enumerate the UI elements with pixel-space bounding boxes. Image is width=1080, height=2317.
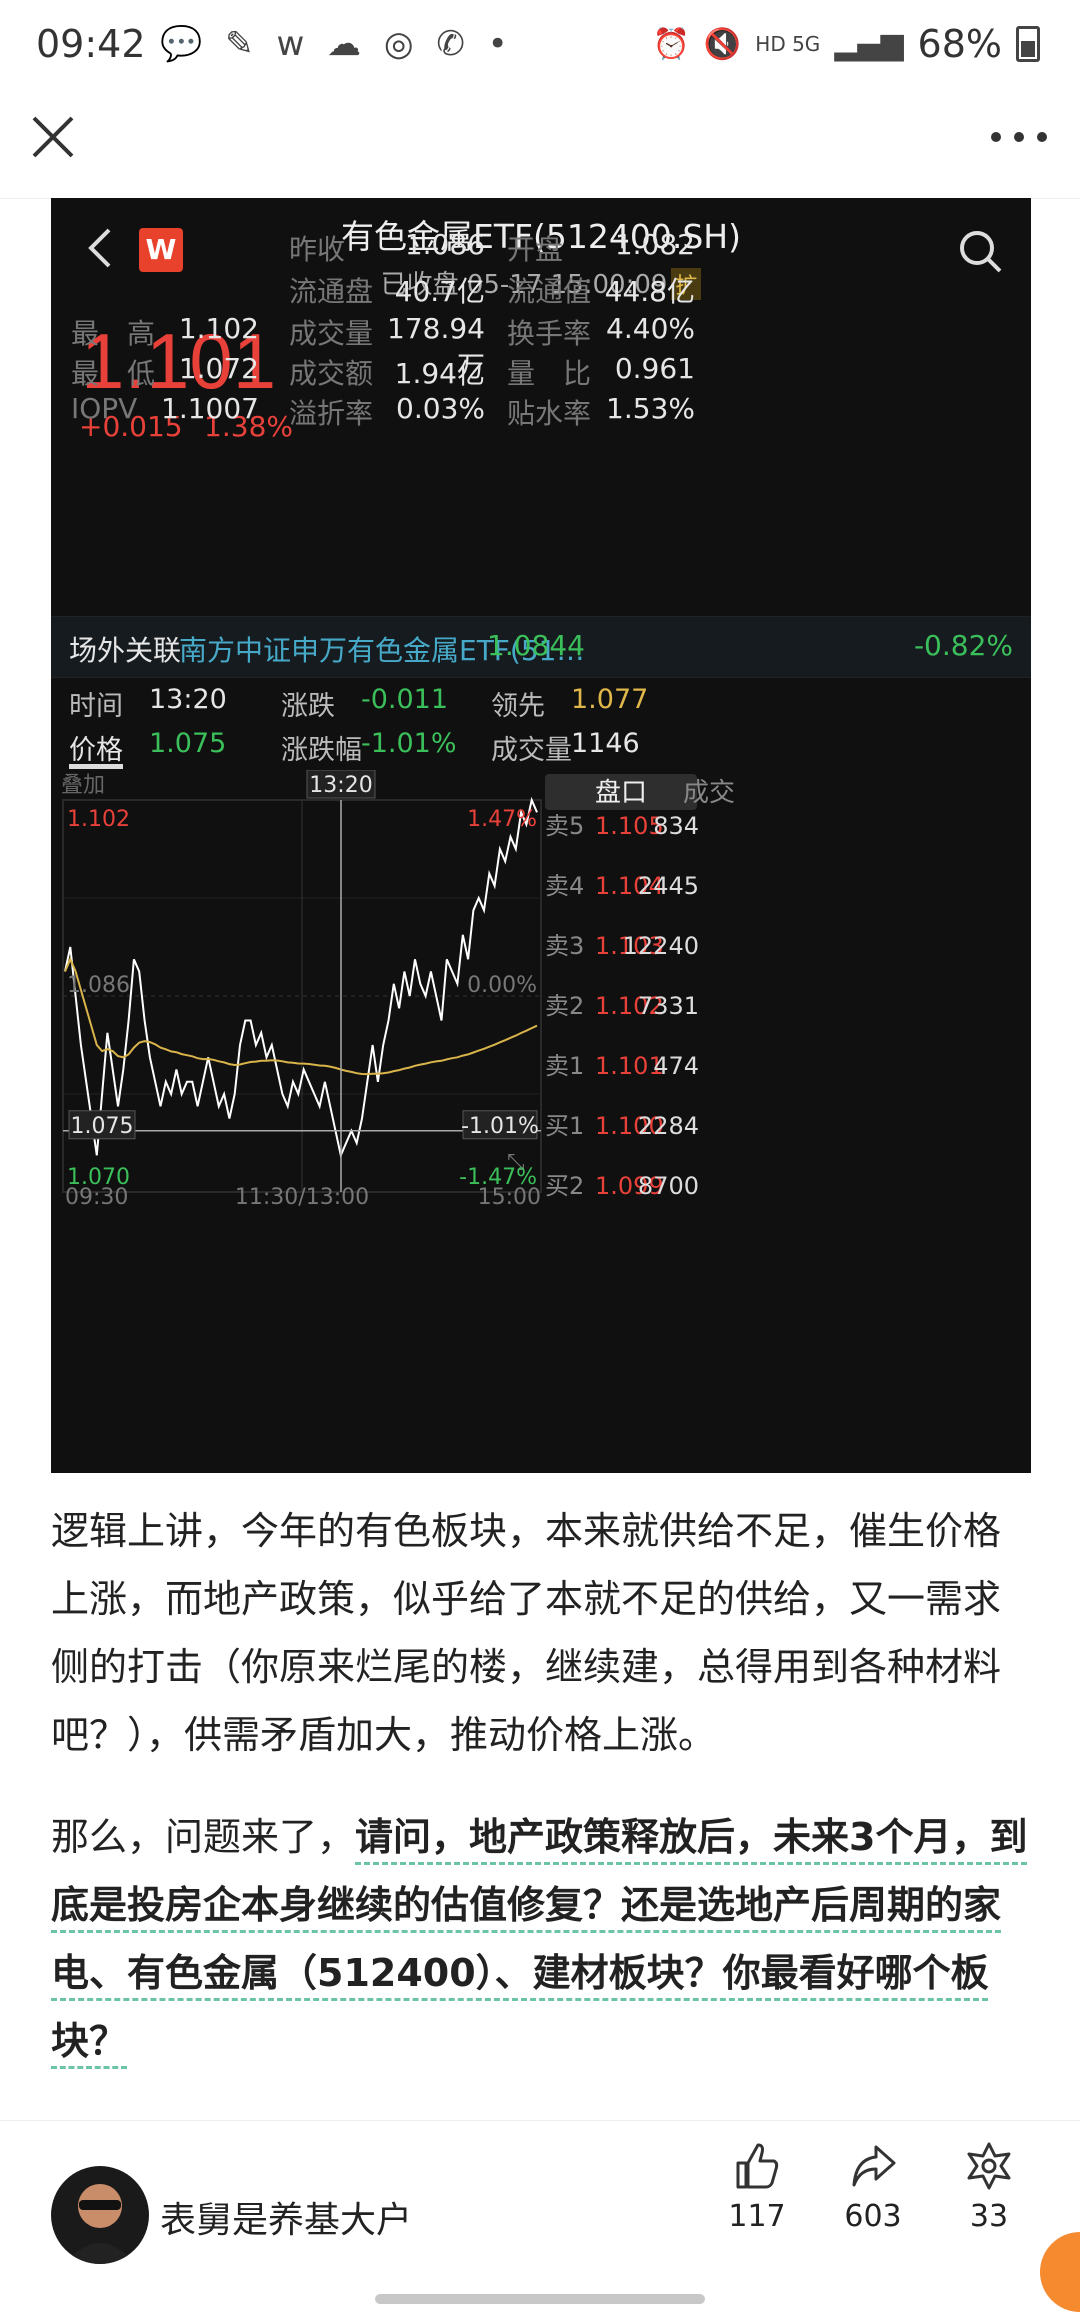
crosshair-price: 1.075 bbox=[71, 1114, 134, 1139]
quote-value: 1.1007 bbox=[161, 392, 259, 425]
order-book-qty: 7331 bbox=[638, 992, 699, 1020]
gift-count: 33 bbox=[969, 2199, 1009, 2234]
order-book-label: 买2 bbox=[545, 1172, 584, 1200]
order-book-label: 卖4 bbox=[545, 872, 584, 900]
tab-trades: 成交 bbox=[683, 778, 735, 808]
cursor-info-panel: 时间 13:20 价格 1.075 涨跌 -0.011 涨跌幅 -1.01% 领… bbox=[69, 684, 649, 766]
battery-percent: 68% bbox=[917, 22, 1002, 66]
overlay-label: 叠加 bbox=[61, 773, 105, 798]
crosshair-time: 13:20 bbox=[309, 773, 372, 798]
quote-value: 4.40% bbox=[606, 312, 695, 345]
crosshair-pct: -1.01% bbox=[461, 1114, 539, 1139]
x-label-open: 09:30 bbox=[65, 1185, 128, 1210]
order-book-qty: 834 bbox=[653, 812, 699, 840]
quote-label: 最 高 bbox=[71, 317, 156, 350]
status-time: 09:42 bbox=[36, 22, 146, 66]
x-label-close: 15:00 bbox=[478, 1185, 541, 1210]
otc-related-bar: 场外关联 南方中证申万有色金属ETF(51… 1.0844 -0.82% bbox=[51, 616, 1031, 678]
info-price: 1.075 bbox=[149, 728, 227, 759]
mute-icon: 🔇 bbox=[703, 26, 742, 62]
article-body: 逻辑上讲，今年的有色板块，本来就供给不足，催生价格上涨，而地产政策，似乎给了本就… bbox=[51, 1497, 1031, 2075]
tab-order-book: 盘口 bbox=[595, 778, 647, 808]
quote-value: 1.102 bbox=[178, 312, 259, 345]
quote-label: 最 低 bbox=[71, 357, 156, 390]
quote-value: 1.082 bbox=[614, 228, 695, 261]
battery-icon bbox=[1016, 26, 1040, 62]
y-label-top: 1.102 bbox=[67, 807, 130, 832]
x-label-midday: 11:30/13:00 bbox=[235, 1185, 369, 1210]
quote-label: 溢折率 bbox=[289, 397, 374, 430]
quote-label: IOPV bbox=[71, 392, 138, 425]
quote-label: 成交量 bbox=[289, 317, 374, 350]
app-header bbox=[0, 90, 1080, 199]
alarm-icon: ⏰ bbox=[652, 26, 690, 62]
order-book-label: 卖5 bbox=[545, 812, 584, 840]
otc-fund-pct: -0.82% bbox=[913, 629, 1013, 662]
quote-value: 1.94亿 bbox=[394, 357, 485, 390]
article-paragraph-2: 那么，问题来了，请问，地产政策释放后，未来3个月，到底是投房企本身继续的估值修复… bbox=[51, 1815, 1028, 2063]
order-book-qty: 12240 bbox=[623, 932, 699, 960]
info-lead: 1.077 bbox=[571, 684, 649, 715]
gift-button[interactable]: 33 bbox=[944, 2141, 1034, 2234]
order-book-qty: 474 bbox=[653, 1052, 699, 1080]
price-tab-indicator bbox=[69, 764, 123, 769]
order-book-qty: 2284 bbox=[638, 1112, 699, 1140]
like-button[interactable]: 117 bbox=[712, 2141, 802, 2234]
quote-value: 1.072 bbox=[178, 352, 259, 385]
otc-fund-value: 1.0844 bbox=[487, 629, 585, 662]
status-bar: 09:42 💬 ✎ w ☁ ◎ ✆ • ⏰ 🔇 HD 5G ▂▄▆ 68% bbox=[0, 0, 1080, 90]
info-change-pct: -1.01% bbox=[361, 728, 457, 759]
star-badge-icon bbox=[967, 2142, 1011, 2190]
order-book-label: 卖1 bbox=[545, 1052, 584, 1080]
network-indicator: HD 5G bbox=[755, 32, 821, 56]
home-indicator[interactable] bbox=[375, 2294, 705, 2304]
quote-value: 0.03% bbox=[396, 392, 485, 425]
quote-value: 44.8亿 bbox=[604, 275, 695, 308]
author-avatar[interactable] bbox=[51, 2166, 149, 2264]
close-icon[interactable] bbox=[26, 110, 80, 164]
quote-label: 昨收 bbox=[289, 233, 346, 266]
share-icon bbox=[852, 2145, 896, 2187]
y-label-mid: 1.086 bbox=[67, 973, 130, 998]
order-book-label: 买1 bbox=[545, 1112, 584, 1140]
otc-label: 场外关联 bbox=[69, 634, 182, 667]
order-book-qty: 2445 bbox=[638, 872, 699, 900]
search-icon bbox=[960, 231, 1002, 273]
signal-icon: ▂▄▆ bbox=[834, 26, 904, 62]
like-count: 117 bbox=[728, 2199, 786, 2234]
post-footer: 表舅是养基大户 117 603 33 bbox=[0, 2120, 1080, 2317]
quote-label: 成交额 bbox=[289, 357, 374, 390]
notification-icons: 💬 ✎ w ☁ ◎ ✆ • bbox=[160, 24, 514, 64]
order-book-label: 卖2 bbox=[545, 992, 584, 1020]
thumbs-up-icon bbox=[736, 2143, 779, 2189]
info-volume: 1146 bbox=[571, 728, 640, 759]
more-options-icon[interactable] bbox=[984, 110, 1054, 164]
article-paragraph-1: 逻辑上讲，今年的有色板块，本来就供给不足，催生价格上涨，而地产政策，似乎给了本就… bbox=[51, 1509, 1002, 1757]
pct-label-mid: 0.00% bbox=[467, 973, 537, 998]
quote-value: 1.086 bbox=[404, 228, 485, 261]
stock-screenshot: W 有色金属ETF(512400.SH) 已收盘 05-17 15:00:09 扩… bbox=[51, 198, 1031, 1473]
author-name[interactable]: 表舅是养基大户 bbox=[160, 2191, 412, 2243]
info-time: 13:20 bbox=[149, 684, 227, 715]
order-book-label: 卖3 bbox=[545, 932, 584, 960]
quote-value: 0.961 bbox=[614, 352, 695, 385]
quote-value: 40.7亿 bbox=[394, 275, 485, 308]
share-count: 603 bbox=[844, 2199, 902, 2234]
intraday-chart: 叠加 13:201.075 -1.01%⤡1.1021.0861.0701.47%0… bbox=[61, 770, 735, 1210]
quote-value: 1.53% bbox=[606, 392, 695, 425]
order-book-qty: 8700 bbox=[638, 1172, 699, 1200]
share-button[interactable]: 603 bbox=[828, 2141, 918, 2234]
quote-label: 流通盘 bbox=[289, 275, 374, 308]
info-change: -0.011 bbox=[361, 684, 449, 715]
pct-label-top: 1.47% bbox=[467, 807, 537, 832]
